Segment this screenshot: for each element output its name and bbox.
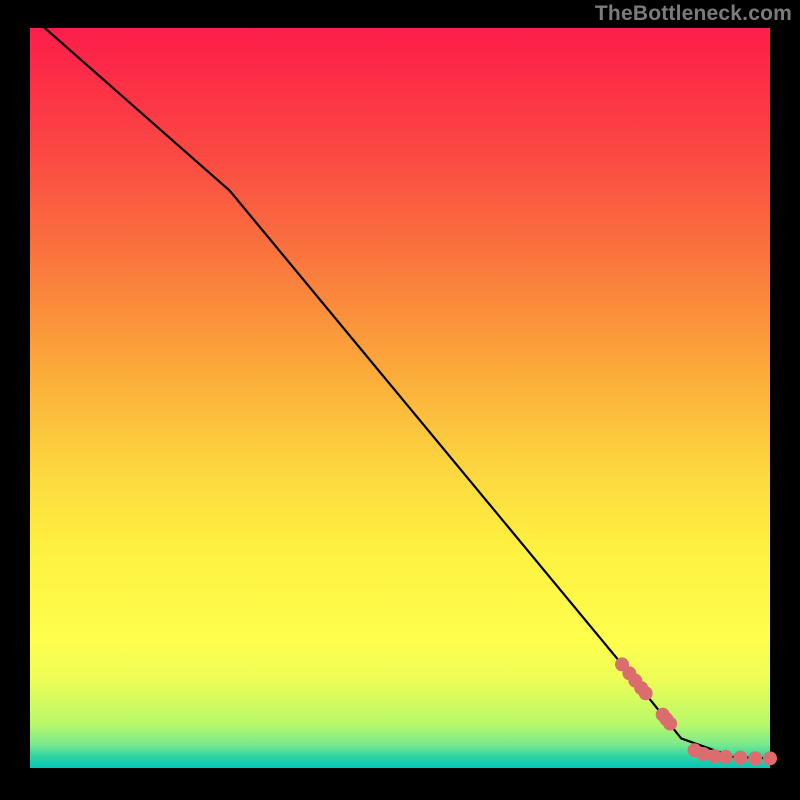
bottleneck-chart: [0, 0, 800, 800]
marker-point: [763, 751, 777, 765]
marker-point: [639, 686, 653, 700]
marker-point: [663, 717, 677, 731]
marker-point: [748, 751, 762, 765]
marker-point: [733, 751, 747, 765]
marker-point: [719, 750, 733, 764]
attribution-text: TheBottleneck.com: [595, 2, 792, 26]
chart-container: TheBottleneck.com: [0, 0, 800, 800]
